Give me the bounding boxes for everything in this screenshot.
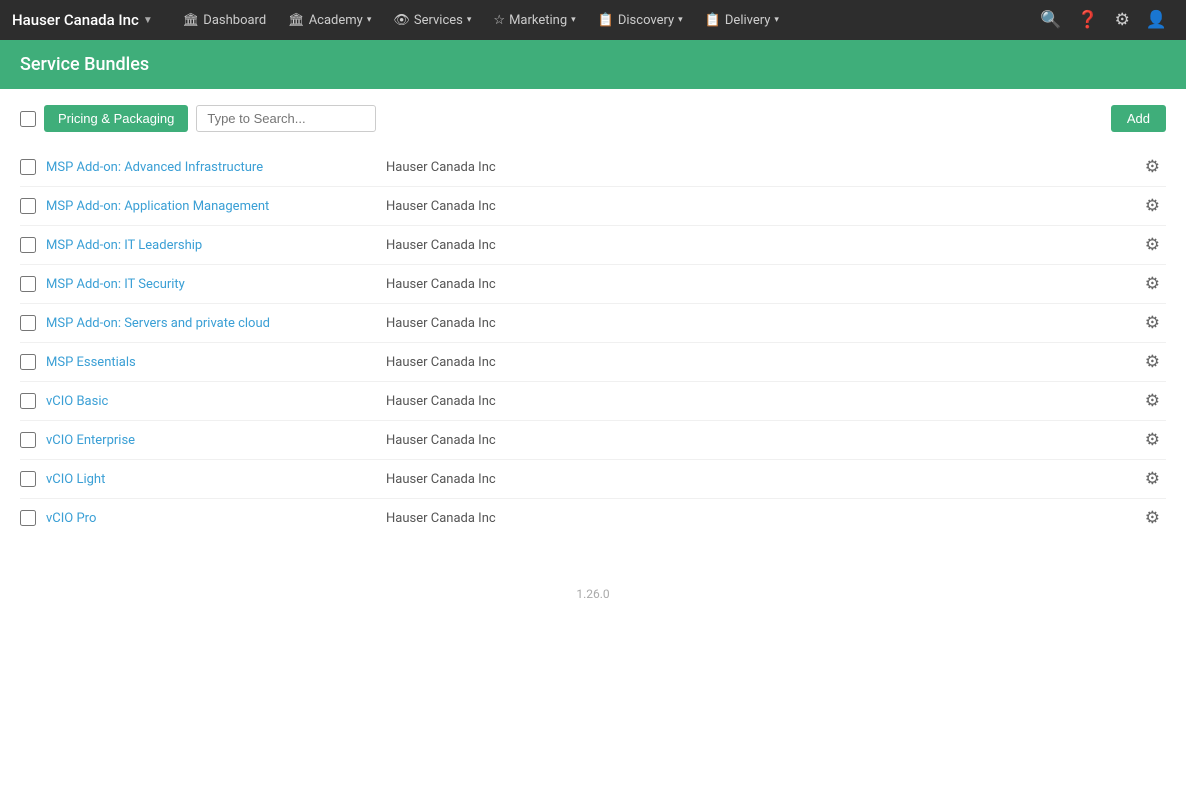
row-checkbox-6[interactable] [20,393,36,409]
brand[interactable]: Hauser Canada Inc ▼ [12,11,153,29]
table-row: vCIO Basic Hauser Canada Inc ⚙ [20,382,1166,421]
row-checkbox-1[interactable] [20,198,36,214]
bundle-name-2[interactable]: MSP Add-on: IT Leadership [46,238,386,253]
table-row: MSP Add-on: IT Leadership Hauser Canada … [20,226,1166,265]
brand-name: Hauser Canada Inc [12,11,139,29]
gear-icon-1[interactable]: ⚙ [1139,194,1166,218]
table-row: MSP Add-on: Advanced Infrastructure Haus… [20,148,1166,187]
services-icon: 👁 [393,13,410,28]
dashboard-icon: 🏛 [183,13,200,28]
table-row: vCIO Enterprise Hauser Canada Inc ⚙ [20,421,1166,460]
marketing-icon: ☆ [493,13,505,28]
table-row: MSP Add-on: Servers and private cloud Ha… [20,304,1166,343]
bundle-company-9: Hauser Canada Inc [386,511,1139,526]
nav-delivery-label: Delivery [725,13,771,28]
nav-items: 🏛 Dashboard 🏛 Academy ▾ 👁 Services ▾ ☆ M… [173,7,1029,34]
add-button[interactable]: Add [1111,105,1166,132]
nav-item-dashboard[interactable]: 🏛 Dashboard [173,7,276,34]
row-checkbox-3[interactable] [20,276,36,292]
page-title: Service Bundles [20,54,149,75]
bundle-name-7[interactable]: vCIO Enterprise [46,433,386,448]
academy-icon: 🏛 [288,13,305,28]
gear-icon-9[interactable]: ⚙ [1139,506,1166,530]
help-button[interactable]: ❓ [1070,6,1105,34]
bundle-company-8: Hauser Canada Inc [386,472,1139,487]
bundle-name-9[interactable]: vCIO Pro [46,511,386,526]
delivery-icon: 📋 [705,13,721,28]
toolbar: Pricing & Packaging Add [20,105,1166,132]
select-all-checkbox[interactable] [20,111,36,127]
academy-caret: ▾ [367,15,372,25]
nav-academy-label: Academy [309,13,363,28]
gear-icon-6[interactable]: ⚙ [1139,389,1166,413]
table-row: MSP Essentials Hauser Canada Inc ⚙ [20,343,1166,382]
bundle-company-3: Hauser Canada Inc [386,277,1139,292]
version-label: 1.26.0 [576,587,609,601]
bundle-name-5[interactable]: MSP Essentials [46,355,386,370]
footer: 1.26.0 [20,577,1166,611]
page-header: Service Bundles [0,40,1186,89]
bundle-name-0[interactable]: MSP Add-on: Advanced Infrastructure [46,160,386,175]
table-row: MSP Add-on: IT Security Hauser Canada In… [20,265,1166,304]
gear-icon-0[interactable]: ⚙ [1139,155,1166,179]
gear-icon-7[interactable]: ⚙ [1139,428,1166,452]
settings-button[interactable]: ⚙ [1108,6,1137,34]
gear-icon-2[interactable]: ⚙ [1139,233,1166,257]
discovery-icon: 📋 [598,13,614,28]
pricing-packaging-tab[interactable]: Pricing & Packaging [44,105,188,132]
table-row: MSP Add-on: Application Management Hause… [20,187,1166,226]
brand-caret: ▼ [143,15,153,26]
bundle-name-1[interactable]: MSP Add-on: Application Management [46,199,386,214]
bundle-company-1: Hauser Canada Inc [386,199,1139,214]
table-row: vCIO Light Hauser Canada Inc ⚙ [20,460,1166,499]
nav-discovery-label: Discovery [618,13,674,28]
bundle-name-3[interactable]: MSP Add-on: IT Security [46,277,386,292]
content-area: Pricing & Packaging Add MSP Add-on: Adva… [0,89,1186,627]
gear-icon-4[interactable]: ⚙ [1139,311,1166,335]
row-checkbox-7[interactable] [20,432,36,448]
row-checkbox-9[interactable] [20,510,36,526]
row-checkbox-0[interactable] [20,159,36,175]
marketing-caret: ▾ [571,15,576,25]
nav-services-label: Services [414,13,463,28]
row-checkbox-5[interactable] [20,354,36,370]
bundle-list: MSP Add-on: Advanced Infrastructure Haus… [20,148,1166,537]
bundle-company-2: Hauser Canada Inc [386,238,1139,253]
bundle-company-7: Hauser Canada Inc [386,433,1139,448]
bundle-company-0: Hauser Canada Inc [386,160,1139,175]
search-input[interactable] [196,105,376,132]
gear-icon-8[interactable]: ⚙ [1139,467,1166,491]
services-caret: ▾ [467,15,472,25]
nav-item-academy[interactable]: 🏛 Academy ▾ [278,7,381,34]
nav-item-services[interactable]: 👁 Services ▾ [383,7,481,34]
nav-right: 🔍 ❓ ⚙ 👤 [1033,6,1174,34]
bundle-name-4[interactable]: MSP Add-on: Servers and private cloud [46,316,386,331]
bundle-name-8[interactable]: vCIO Light [46,472,386,487]
user-button[interactable]: 👤 [1139,6,1174,34]
nav-item-delivery[interactable]: 📋 Delivery ▾ [695,7,789,34]
row-checkbox-4[interactable] [20,315,36,331]
table-row: vCIO Pro Hauser Canada Inc ⚙ [20,499,1166,537]
nav-marketing-label: Marketing [509,13,567,28]
nav-item-discovery[interactable]: 📋 Discovery ▾ [588,7,693,34]
bundle-name-6[interactable]: vCIO Basic [46,394,386,409]
gear-icon-3[interactable]: ⚙ [1139,272,1166,296]
gear-icon-5[interactable]: ⚙ [1139,350,1166,374]
delivery-caret: ▾ [774,15,779,25]
nav-dashboard-label: Dashboard [203,13,266,28]
top-nav: Hauser Canada Inc ▼ 🏛 Dashboard 🏛 Academ… [0,0,1186,40]
discovery-caret: ▾ [678,15,683,25]
nav-item-marketing[interactable]: ☆ Marketing ▾ [483,7,585,34]
bundle-company-5: Hauser Canada Inc [386,355,1139,370]
bundle-company-4: Hauser Canada Inc [386,316,1139,331]
bundle-company-6: Hauser Canada Inc [386,394,1139,409]
search-button[interactable]: 🔍 [1033,6,1068,34]
row-checkbox-2[interactable] [20,237,36,253]
row-checkbox-8[interactable] [20,471,36,487]
